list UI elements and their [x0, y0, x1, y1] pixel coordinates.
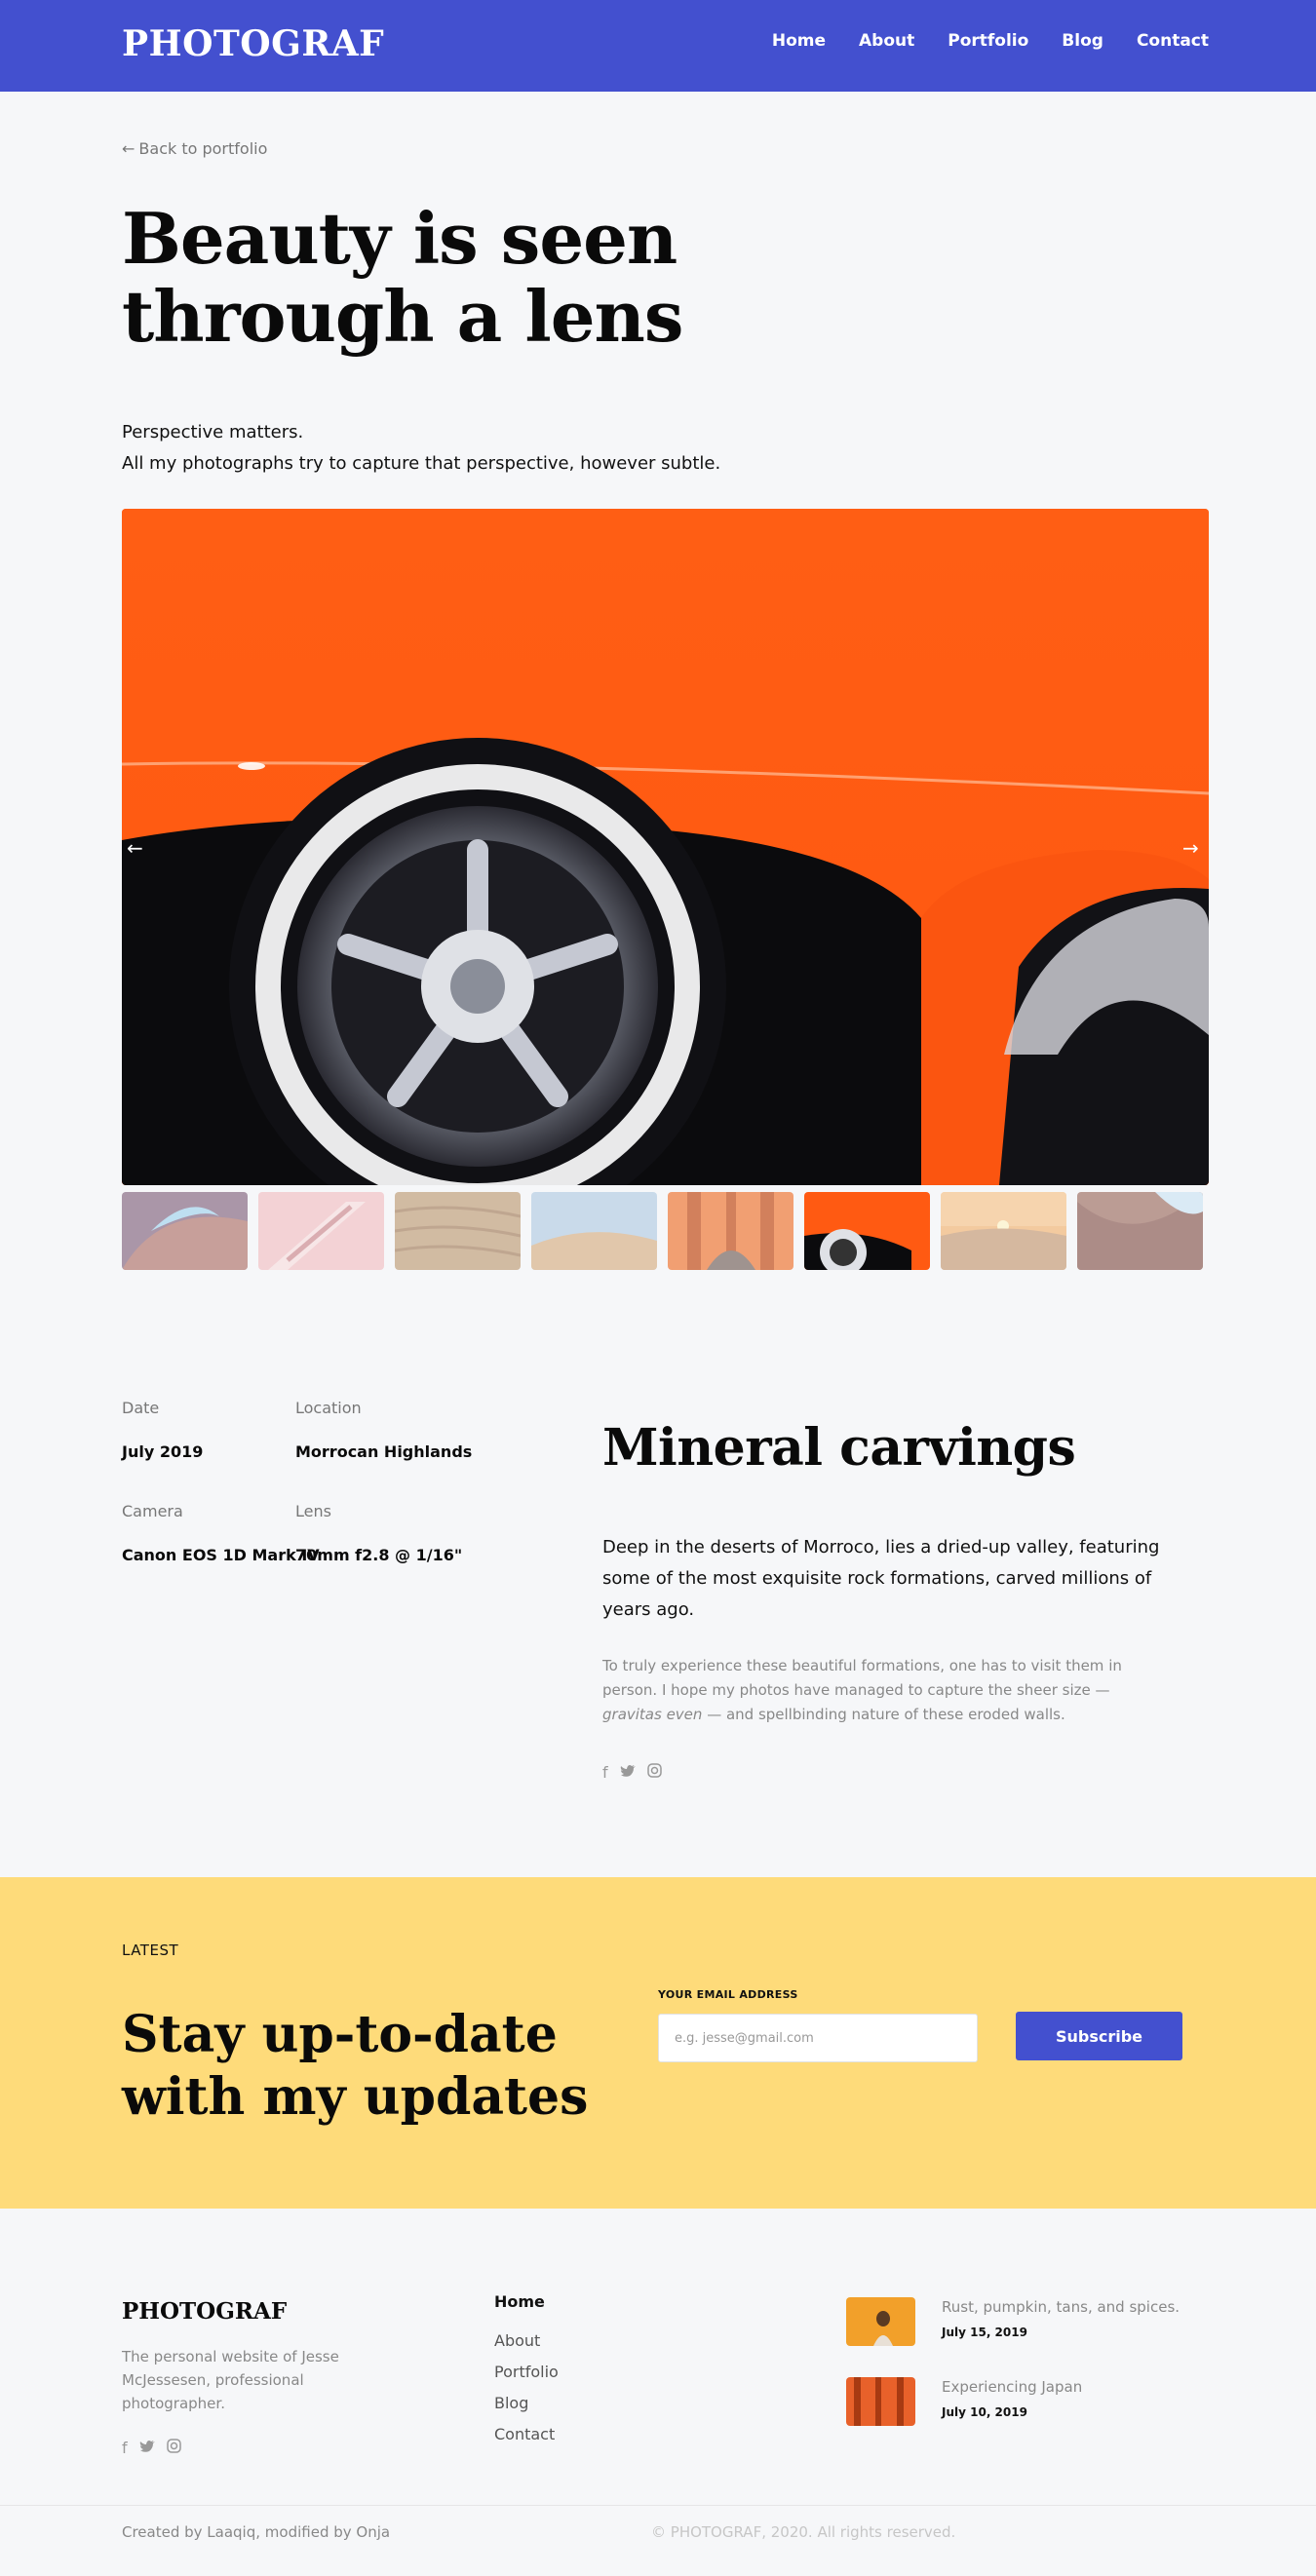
nav-blog[interactable]: Blog: [1062, 31, 1103, 51]
thumbnail-7[interactable]: [941, 1192, 1066, 1270]
title-line-2: through a lens: [122, 275, 683, 358]
footer-post-1-thumbnail: [846, 2297, 915, 2346]
gallery-prev-arrow[interactable]: ←: [127, 836, 143, 860]
footer-divider: [0, 2505, 1316, 2506]
photo-social-links: f: [602, 1763, 662, 1782]
newsletter-kicker: LATEST: [122, 1942, 179, 1959]
body-text-part-2: — and spellbinding nature of these erode…: [702, 1706, 1065, 1723]
location-label: Location: [295, 1399, 362, 1417]
footer-post-1-title: Rust, pumpkin, tans, and spices.: [942, 2298, 1181, 2316]
back-to-portfolio-link[interactable]: ← Back to portfolio: [122, 139, 267, 158]
newsletter-section: LATEST Stay up-to-date with my updates Y…: [0, 1877, 1316, 2209]
instagram-icon[interactable]: [166, 2439, 181, 2457]
nav-about[interactable]: About: [859, 31, 914, 51]
site-header: PHOTOGRAF Home About Portfolio Blog Cont…: [0, 0, 1316, 92]
site-logo[interactable]: PHOTOGRAF: [122, 23, 384, 64]
facebook-icon[interactable]: f: [122, 2439, 128, 2457]
facebook-icon[interactable]: f: [602, 1763, 608, 1782]
thumbnail-3[interactable]: [395, 1192, 521, 1270]
newsletter-title-line-2: with my updates: [122, 2067, 589, 2127]
intro-line-2: All my photographs try to capture that p…: [122, 453, 721, 474]
twitter-icon[interactable]: [620, 1763, 636, 1782]
footer-link-about[interactable]: About: [494, 2331, 559, 2351]
thumbnail-8[interactable]: [1077, 1192, 1203, 1270]
hero-photo-car-wheel: [122, 509, 1209, 1185]
footer-link-blog[interactable]: Blog: [494, 2394, 559, 2413]
thumbnail-1[interactable]: [122, 1192, 248, 1270]
page-title: Beauty is seen through a lens: [122, 200, 804, 356]
nav-portfolio[interactable]: Portfolio: [948, 31, 1028, 51]
email-field-label: YOUR EMAIL ADDRESS: [658, 1988, 798, 2001]
photo-body-text: To truly experience these beautiful form…: [602, 1654, 1168, 1727]
date-value: July 2019: [122, 1442, 204, 1461]
camera-value: Canon EOS 1D Mark IV: [122, 1546, 320, 1564]
footer-social-links: f: [122, 2439, 181, 2457]
email-field[interactable]: [658, 2014, 978, 2062]
footer-copyright: © PHOTOGRAF, 2020. All rights reserved.: [651, 2523, 956, 2541]
date-label: Date: [122, 1399, 160, 1417]
body-text-part-1: To truly experience these beautiful form…: [602, 1657, 1122, 1699]
intro-text: Perspective matters. All my photographs …: [122, 417, 720, 480]
newsletter-title: Stay up-to-date with my updates: [122, 2004, 609, 2129]
instagram-icon[interactable]: [646, 1763, 662, 1782]
footer-nav: Home About Portfolio Blog Contact: [494, 2292, 559, 2444]
arrow-left-icon: ←: [122, 139, 135, 158]
photo-heading: Mineral carvings: [602, 1418, 1076, 1478]
footer-link-home[interactable]: Home: [494, 2292, 559, 2312]
newsletter-title-line-1: Stay up-to-date: [122, 2005, 558, 2064]
photo-lead-text: Deep in the deserts of Morroco, lies a d…: [602, 1537, 1160, 1620]
main-nav: Home About Portfolio Blog Contact: [772, 31, 1209, 51]
thumbnail-4[interactable]: [531, 1192, 657, 1270]
footer-link-portfolio[interactable]: Portfolio: [494, 2363, 559, 2382]
twitter-icon[interactable]: [139, 2439, 155, 2457]
subscribe-button[interactable]: Subscribe: [1016, 2012, 1182, 2060]
footer-post-2-title: Experiencing Japan: [942, 2378, 1083, 2396]
footer-post-2-thumbnail: [846, 2377, 915, 2426]
camera-label: Camera: [122, 1502, 183, 1520]
nav-home[interactable]: Home: [772, 31, 826, 51]
location-value: Morrocan Highlands: [295, 1442, 473, 1461]
lens-value: 70mm f2.8 @ 1/16": [295, 1546, 463, 1564]
gallery-thumbnails: [122, 1192, 1209, 1270]
gallery-next-arrow[interactable]: →: [1182, 836, 1199, 860]
thumbnail-6-active[interactable]: [804, 1192, 930, 1270]
intro-line-1: Perspective matters.: [122, 422, 304, 442]
footer-post-2-date: July 10, 2019: [942, 2405, 1027, 2419]
title-line-1: Beauty is seen: [122, 197, 677, 280]
footer-post-1[interactable]: Rust, pumpkin, tans, and spices. July 15…: [846, 2297, 1180, 2346]
thumbnail-5[interactable]: [668, 1192, 793, 1270]
thumbnail-2[interactable]: [258, 1192, 384, 1270]
footer-post-2[interactable]: Experiencing Japan July 10, 2019: [846, 2377, 1082, 2426]
footer-logo[interactable]: PHOTOGRAF: [122, 2298, 287, 2325]
footer-credit: Created by Laaqiq, modified by Onja: [122, 2523, 391, 2541]
back-link-label: Back to portfolio: [138, 139, 268, 158]
lens-label: Lens: [295, 1502, 331, 1520]
hero-photo: [122, 509, 1209, 1185]
nav-contact[interactable]: Contact: [1137, 31, 1209, 51]
body-text-emphasis: gravitas even: [602, 1706, 703, 1723]
footer-post-1-date: July 15, 2019: [942, 2326, 1027, 2339]
footer-description: The personal website of Jesse McJessesen…: [122, 2348, 339, 2412]
footer-link-contact[interactable]: Contact: [494, 2425, 559, 2444]
